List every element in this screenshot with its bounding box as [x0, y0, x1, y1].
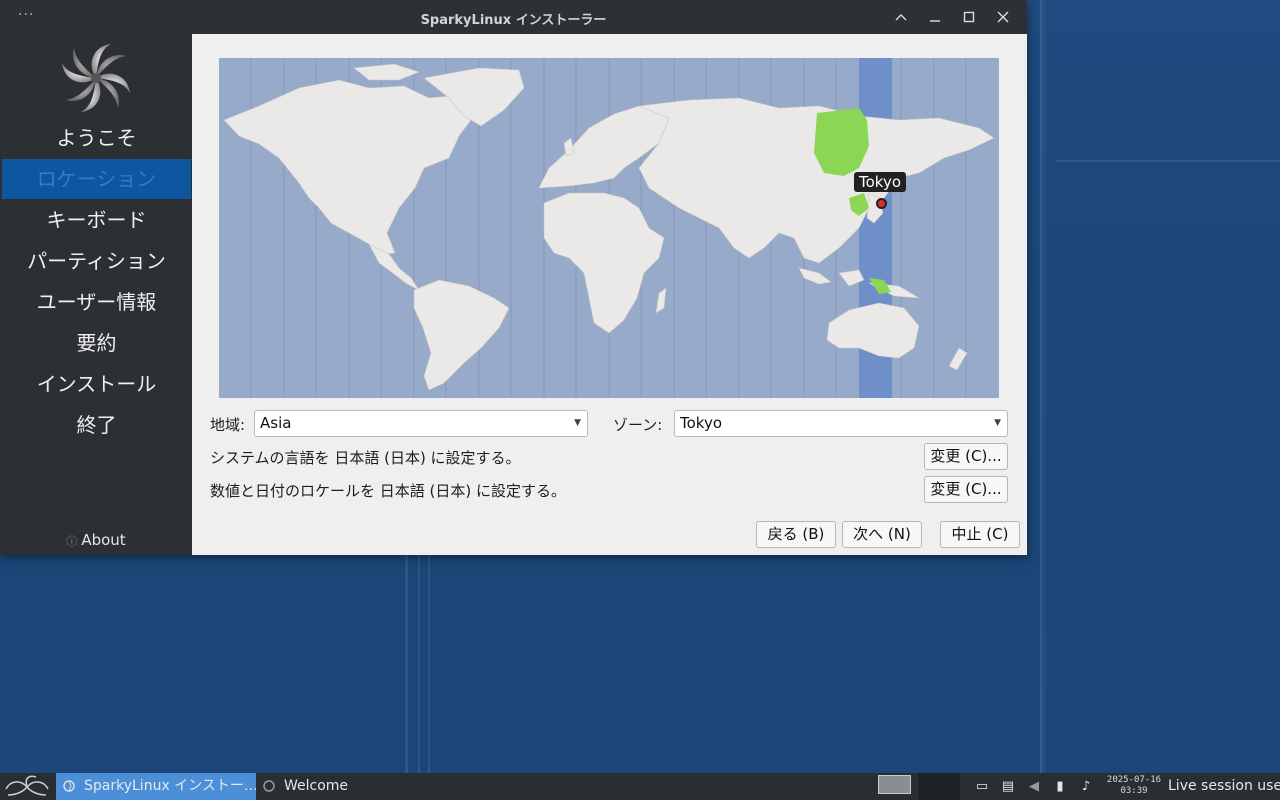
- sidebar-step-label: 終了: [76, 413, 117, 437]
- notification-bell-icon[interactable]: ♪: [1078, 779, 1094, 795]
- clock-date: 2025-07-16: [1106, 775, 1162, 785]
- task-installer[interactable]: SparkyLinux インストー…: [56, 773, 256, 800]
- session-user[interactable]: Live session user: [1168, 778, 1280, 794]
- installer-icon: [63, 780, 75, 792]
- sidebar-step-label: ようこそ: [56, 126, 137, 150]
- maximize-icon: [963, 11, 975, 23]
- sidebar-step-label: キーボード: [46, 208, 147, 232]
- sidebar-step-2: キーボード: [2, 200, 191, 240]
- clock-time: 03:39: [1120, 786, 1148, 796]
- start-menu-button[interactable]: [0, 773, 54, 800]
- location-page: Tokyo 地域: Asia ▼ ゾーン: Tokyo ▼ システムの言語を 日…: [192, 34, 1027, 555]
- taskbar: SparkyLinux インストー… Welcome ▭ ▤ ◀ ▮ ♪ 202…: [0, 773, 1280, 800]
- sidebar-step-6: インストール: [2, 364, 191, 404]
- city-marker-pin: [876, 198, 887, 209]
- region-combobox[interactable]: Asia ▼: [254, 410, 588, 437]
- sidebar-step-4: ユーザー情報: [2, 282, 191, 322]
- zone-label: ゾーン:: [613, 416, 663, 434]
- sidebar-step-0: ようこそ: [2, 118, 191, 158]
- chevron-up-icon: [895, 14, 907, 21]
- zone-combobox[interactable]: Tokyo ▼: [674, 410, 1008, 437]
- change-locale-button[interactable]: 変更 (C)...: [924, 476, 1008, 503]
- steps-sidebar: ようこそロケーション キーボードパーティション ユーザー情報 要約インストール 終了 ⓘ…: [0, 34, 192, 555]
- clipboard-icon[interactable]: ▤: [1000, 779, 1016, 795]
- window-title: SparkyLinux インストーラー: [420, 13, 607, 28]
- about-button[interactable]: ⓘ About: [0, 531, 192, 549]
- system-language-text: システムの言語を 日本語 (日本) に設定する。: [210, 449, 521, 467]
- info-icon: ⓘ: [66, 535, 78, 548]
- volume-icon[interactable]: ◀: [1026, 779, 1042, 795]
- title-bar: ··· SparkyLinux インストーラー: [0, 0, 1027, 34]
- sidebar-step-label: 要約: [76, 331, 117, 355]
- task-welcome[interactable]: Welcome: [256, 773, 406, 800]
- sidebar-step-label: パーティション: [27, 249, 166, 273]
- back-button[interactable]: 戻る (B): [756, 521, 836, 548]
- sidebar-step-3: パーティション: [2, 241, 191, 281]
- battery-icon[interactable]: ▮: [1052, 779, 1068, 795]
- shade-button[interactable]: [889, 5, 913, 29]
- dropdown-arrow-icon: ▼: [574, 418, 581, 428]
- world-map: [219, 58, 999, 398]
- dropdown-arrow-icon: ▼: [994, 418, 1001, 428]
- sidebar-step-label: インストール: [36, 372, 157, 396]
- cancel-button[interactable]: 中止 (C): [940, 521, 1020, 548]
- workspace-2[interactable]: [918, 773, 960, 800]
- sidebar-step-7: 終了: [2, 405, 191, 445]
- sidebar-step-1: ロケーション: [2, 159, 191, 199]
- timezone-map[interactable]: Tokyo: [219, 58, 999, 398]
- locale-text: 数値と日付のロケールを 日本語 (日本) に設定する。: [210, 482, 567, 500]
- sidebar-step-label: ロケーション: [36, 167, 157, 191]
- region-value: Asia: [260, 414, 292, 432]
- task-welcome-label: Welcome: [284, 778, 349, 794]
- installer-window: ··· SparkyLinux インストーラー ようこそ ロケーション キーボー…: [0, 0, 1027, 555]
- city-tooltip-label: Tokyo: [859, 173, 901, 191]
- display-icon[interactable]: ▭: [974, 779, 990, 795]
- close-icon: [997, 11, 1009, 23]
- sparky-logo: [62, 44, 130, 112]
- task-installer-label: SparkyLinux インストー…: [84, 778, 256, 794]
- welcome-icon: [263, 780, 275, 792]
- change-language-button[interactable]: 変更 (C)...: [924, 443, 1008, 470]
- next-button[interactable]: 次へ (N): [842, 521, 922, 548]
- zone-value: Tokyo: [680, 414, 722, 432]
- region-label: 地域:: [210, 416, 246, 434]
- minimize-button[interactable]: [923, 5, 947, 29]
- minimize-icon: [930, 20, 940, 22]
- city-tooltip: Tokyo: [854, 172, 906, 192]
- sidebar-step-label: ユーザー情報: [36, 290, 157, 314]
- workspace-1[interactable]: [878, 775, 911, 794]
- about-label: About: [81, 531, 126, 549]
- close-button[interactable]: [991, 5, 1015, 29]
- maximize-button[interactable]: [957, 5, 981, 29]
- sidebar-step-5: 要約: [2, 323, 191, 363]
- clock[interactable]: 2025-07-16 03:39: [1104, 775, 1164, 797]
- sparky-logo-icon: [5, 775, 49, 796]
